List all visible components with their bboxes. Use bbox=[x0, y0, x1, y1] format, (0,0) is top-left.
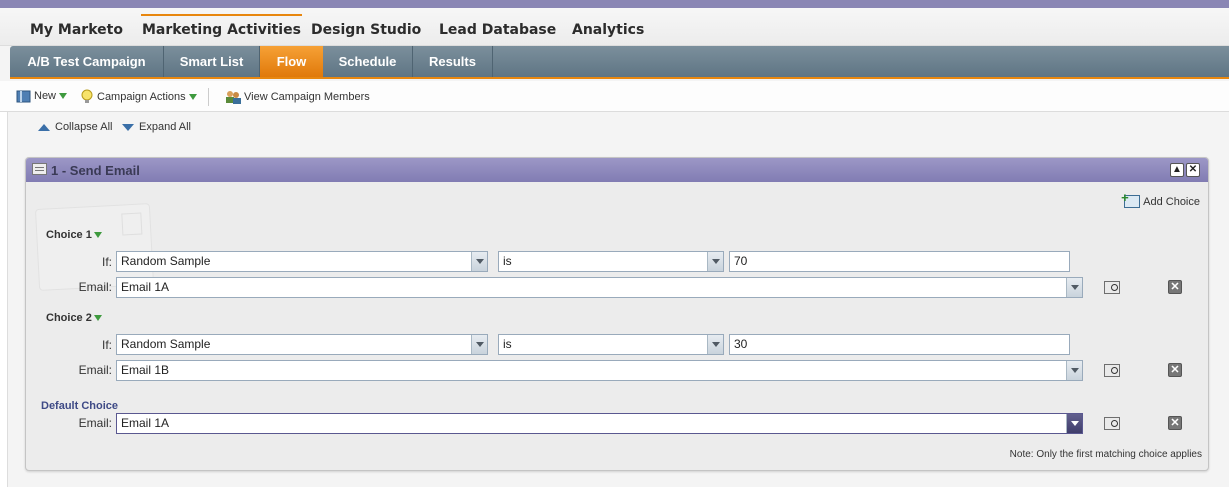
members-icon bbox=[226, 91, 241, 104]
tab-results[interactable]: Results bbox=[413, 46, 493, 77]
nav-analytics[interactable]: Analytics bbox=[572, 22, 644, 38]
view-campaign-members-label: View Campaign Members bbox=[244, 91, 370, 103]
chevron-down-icon bbox=[471, 335, 487, 354]
choice-1-dropdown-icon bbox=[93, 232, 102, 238]
tab-ab-test-campaign[interactable]: A/B Test Campaign bbox=[10, 46, 164, 77]
email-step-icon bbox=[32, 163, 47, 175]
add-choice-label: Add Choice bbox=[1143, 195, 1200, 208]
toolbar-separator bbox=[208, 88, 209, 106]
flow-step-title: 1 - Send Email bbox=[51, 163, 140, 178]
preview-email-icon[interactable] bbox=[1104, 364, 1120, 377]
choice-1-condition-select[interactable]: Random Sample bbox=[116, 251, 488, 272]
close-step-button[interactable]: ✕ bbox=[1186, 163, 1200, 177]
flow-step-header: 1 - Send Email ▲ ✕ bbox=[26, 158, 1208, 182]
if-label: If: bbox=[101, 255, 112, 269]
new-label: New bbox=[34, 90, 57, 102]
choice-2-operator-select[interactable]: is bbox=[498, 334, 724, 355]
tab-flow[interactable]: Flow bbox=[260, 46, 323, 77]
campaign-actions-dropdown-icon bbox=[188, 94, 197, 100]
chevron-down-icon bbox=[1066, 414, 1082, 433]
choice-2-value-input[interactable]: 30 bbox=[729, 334, 1070, 355]
chevron-down-icon bbox=[707, 335, 723, 354]
choice-1-value-input[interactable]: 70 bbox=[729, 251, 1070, 272]
collapse-all-button[interactable]: Collapse All bbox=[38, 121, 112, 133]
default-choice-label: Default Choice bbox=[41, 400, 119, 412]
preview-email-icon[interactable] bbox=[1104, 281, 1120, 294]
if-label: If: bbox=[101, 338, 112, 352]
nav-design-studio[interactable]: Design Studio bbox=[311, 22, 421, 38]
chevron-down-icon bbox=[707, 252, 723, 271]
tab-schedule[interactable]: Schedule bbox=[323, 46, 413, 77]
nav-marketing-activities[interactable]: Marketing Activities bbox=[141, 14, 302, 38]
default-email-select[interactable]: Email 1A bbox=[116, 413, 1083, 434]
campaign-actions-label: Campaign Actions bbox=[97, 91, 186, 103]
choice-2-dropdown-icon bbox=[93, 315, 102, 321]
tab-smart-list[interactable]: Smart List bbox=[164, 46, 260, 77]
choice-1-label[interactable]: Choice 1 bbox=[46, 229, 102, 241]
email-label: Email: bbox=[78, 280, 112, 294]
choice-1-operator-select[interactable]: is bbox=[498, 251, 724, 272]
toolbar: New Campaign Actions View Campaign Membe… bbox=[0, 81, 1229, 112]
choice-2-label[interactable]: Choice 2 bbox=[46, 312, 102, 324]
delete-default-choice-button[interactable]: ✕ bbox=[1168, 416, 1182, 430]
choice-1-email-select[interactable]: Email 1A bbox=[116, 277, 1083, 298]
left-rail bbox=[0, 112, 8, 487]
add-choice-icon bbox=[1121, 190, 1141, 208]
choice-note: Note: Only the first matching choice app… bbox=[1009, 449, 1202, 460]
collapse-icon bbox=[38, 123, 50, 131]
chevron-down-icon bbox=[1066, 361, 1082, 380]
email-label: Email: bbox=[78, 363, 112, 377]
view-campaign-members-button[interactable]: View Campaign Members bbox=[224, 89, 370, 105]
new-dropdown-icon bbox=[59, 93, 68, 99]
add-choice-button[interactable]: Add Choice bbox=[1121, 190, 1200, 208]
email-label: Email: bbox=[78, 416, 112, 430]
collapse-all-label: Collapse All bbox=[55, 121, 113, 133]
delete-choice-1-button[interactable]: ✕ bbox=[1168, 280, 1182, 294]
sub-nav: A/B Test Campaign Smart List Flow Schedu… bbox=[10, 46, 1229, 79]
choice-2-email-select[interactable]: Email 1B bbox=[116, 360, 1083, 381]
campaign-actions-menu[interactable]: Campaign Actions bbox=[80, 89, 197, 105]
expand-all-label: Expand All bbox=[139, 121, 191, 133]
new-menu[interactable]: New bbox=[16, 89, 68, 103]
nav-my-marketo[interactable]: My Marketo bbox=[30, 22, 123, 38]
lightbulb-icon bbox=[81, 89, 93, 103]
expand-icon bbox=[122, 123, 134, 131]
new-icon bbox=[16, 90, 31, 103]
top-strip bbox=[0, 0, 1229, 8]
expand-all-button[interactable]: Expand All bbox=[122, 121, 191, 133]
collapse-step-button[interactable]: ▲ bbox=[1170, 163, 1184, 177]
chevron-down-icon bbox=[1066, 278, 1082, 297]
choice-2-condition-select[interactable]: Random Sample bbox=[116, 334, 488, 355]
preview-email-icon[interactable] bbox=[1104, 417, 1120, 430]
nav-lead-database[interactable]: Lead Database bbox=[439, 22, 556, 38]
delete-choice-2-button[interactable]: ✕ bbox=[1168, 363, 1182, 377]
chevron-down-icon bbox=[471, 252, 487, 271]
flow-step-panel: 1 - Send Email ▲ ✕ Add Choice Choice 1 I… bbox=[25, 157, 1209, 471]
main-nav: My Marketo Marketing Activities Design S… bbox=[0, 8, 1229, 46]
